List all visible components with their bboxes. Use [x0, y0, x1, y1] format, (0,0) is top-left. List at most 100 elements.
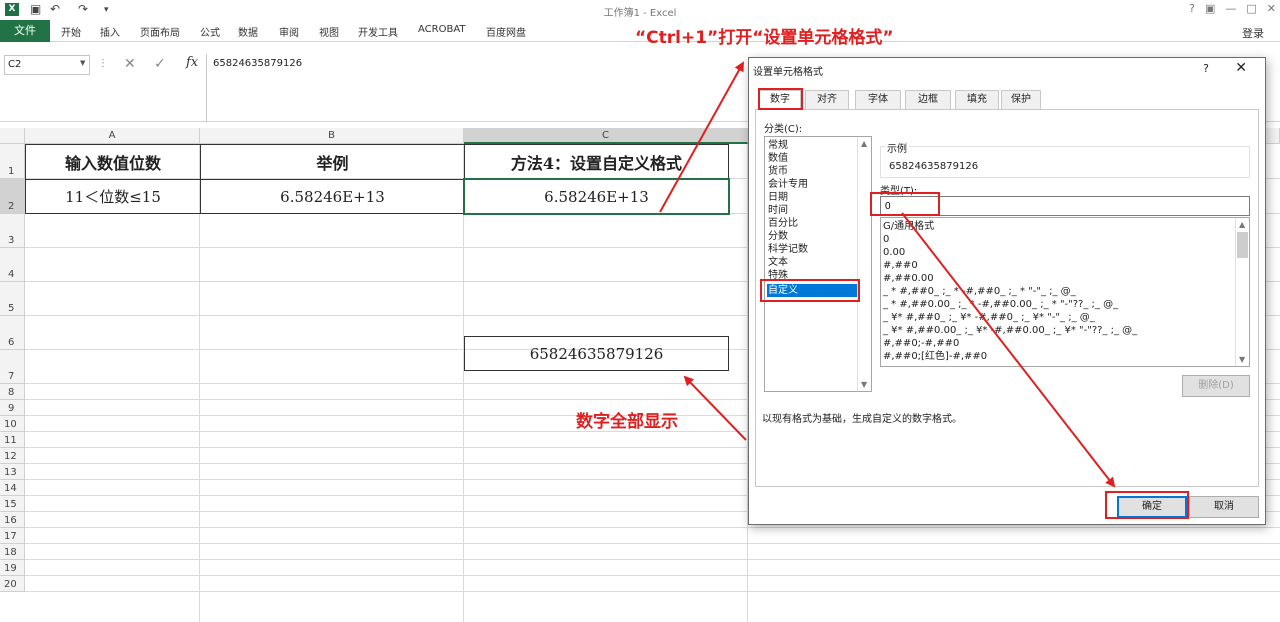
- format-item[interactable]: _ ¥* #,##0_ ;_ ¥* -#,##0_ ;_ ¥* "-"_ ;_ …: [883, 311, 1233, 324]
- delete-button[interactable]: 删除(D): [1182, 375, 1250, 397]
- row-header-12[interactable]: 12: [0, 448, 25, 464]
- format-item[interactable]: 0: [883, 233, 1233, 246]
- cell-c1[interactable]: 方法4：设置自定义格式: [464, 144, 729, 180]
- category-list[interactable]: 常规 数值 货币 会计专用 日期 时间 百分比 分数 科学记数 文本 特殊 自定…: [764, 136, 872, 392]
- column-header-b[interactable]: B: [200, 128, 464, 144]
- tab-font[interactable]: 字体: [855, 90, 901, 110]
- tab-protection[interactable]: 保护: [1001, 90, 1041, 110]
- tab-formulas[interactable]: 公式: [200, 24, 220, 39]
- format-item[interactable]: _ ¥* #,##0.00_ ;_ ¥* -#,##0.00_ ;_ ¥* "-…: [883, 324, 1233, 337]
- column-header-c[interactable]: C: [464, 128, 748, 144]
- tab-file[interactable]: 文件: [0, 20, 50, 42]
- tab-review[interactable]: 审阅: [279, 24, 299, 39]
- tab-view[interactable]: 视图: [319, 24, 339, 39]
- row-header-20[interactable]: 20: [0, 576, 25, 592]
- row-header-19[interactable]: 19: [0, 560, 25, 576]
- category-general[interactable]: 常规: [767, 139, 859, 152]
- row-header-9[interactable]: 9: [0, 400, 25, 416]
- category-currency[interactable]: 货币: [767, 165, 859, 178]
- chevron-down-icon[interactable]: ▼: [80, 59, 85, 67]
- enter-icon[interactable]: ✓: [154, 56, 166, 72]
- tab-number[interactable]: 数字: [759, 90, 801, 110]
- row-header-4[interactable]: 4: [0, 248, 25, 282]
- format-item[interactable]: _ * #,##0.00_ ;_ * -#,##0.00_ ;_ * "-"??…: [883, 298, 1233, 311]
- tab-data[interactable]: 数据: [238, 24, 258, 39]
- scroll-thumb[interactable]: [1237, 232, 1248, 258]
- category-time[interactable]: 时间: [767, 204, 859, 217]
- select-all-corner[interactable]: [0, 128, 25, 144]
- format-item[interactable]: _ * #,##0_ ;_ * -#,##0_ ;_ * "-"_ ;_ @_: [883, 285, 1233, 298]
- category-date[interactable]: 日期: [767, 191, 859, 204]
- format-list[interactable]: G/通用格式 0 0.00 #,##0 #,##0.00 _ * #,##0_ …: [880, 217, 1250, 367]
- tab-border[interactable]: 边框: [905, 90, 951, 110]
- tab-home[interactable]: 开始: [61, 24, 81, 39]
- scroll-down-icon[interactable]: ▼: [861, 380, 867, 389]
- row-header-6[interactable]: 6: [0, 316, 25, 350]
- tab-alignment[interactable]: 对齐: [805, 90, 849, 110]
- cancel-icon[interactable]: ✕: [124, 56, 136, 72]
- category-special[interactable]: 特殊: [767, 269, 859, 282]
- tab-developer[interactable]: 开发工具: [358, 24, 398, 39]
- maximize-icon[interactable]: □: [1246, 2, 1256, 15]
- cancel-button[interactable]: 取消: [1189, 496, 1259, 518]
- annotation-show-all: 数字全部显示: [576, 412, 678, 432]
- dialog-close-icon[interactable]: ✕: [1235, 60, 1247, 76]
- login-link[interactable]: 登录: [1242, 25, 1264, 41]
- type-input[interactable]: [880, 196, 1250, 216]
- cell-b2[interactable]: 6.58246E+13: [200, 179, 465, 214]
- cell-a2[interactable]: 11＜位数≤15: [25, 179, 201, 214]
- format-description: 以现有格式为基础，生成自定义的数字格式。: [762, 414, 962, 425]
- tab-insert[interactable]: 插入: [100, 24, 120, 39]
- format-item[interactable]: #,##0: [883, 259, 1233, 272]
- category-percentage[interactable]: 百分比: [767, 217, 859, 230]
- format-item[interactable]: #,##0.00: [883, 272, 1233, 285]
- ribbon-display-icon[interactable]: ▣: [1205, 2, 1215, 15]
- dialog-help-icon[interactable]: ?: [1203, 62, 1209, 75]
- cell-c2[interactable]: 6.58246E+13: [463, 178, 730, 215]
- ok-button[interactable]: 确定: [1117, 496, 1187, 518]
- scroll-up-icon[interactable]: ▲: [861, 139, 867, 148]
- category-scrollbar[interactable]: ▲ ▼: [857, 137, 871, 391]
- row-header-13[interactable]: 13: [0, 464, 25, 480]
- category-custom[interactable]: 自定义: [767, 284, 859, 297]
- category-fraction[interactable]: 分数: [767, 230, 859, 243]
- row-header-2[interactable]: 2: [0, 179, 25, 214]
- column-header-a[interactable]: A: [25, 128, 200, 144]
- tab-baidu-netdisk[interactable]: 百度网盘: [486, 24, 526, 39]
- format-item[interactable]: 0.00: [883, 246, 1233, 259]
- category-scientific[interactable]: 科学记数: [767, 243, 859, 256]
- formula-value: 65824635879126: [213, 58, 303, 69]
- format-item[interactable]: #,##0;-#,##0: [883, 337, 1233, 350]
- scroll-up-icon[interactable]: ▲: [1239, 220, 1245, 229]
- close-icon[interactable]: ✕: [1267, 2, 1276, 15]
- cell-a1[interactable]: 输入数值位数: [25, 144, 201, 180]
- format-scrollbar[interactable]: ▲ ▼: [1235, 218, 1249, 366]
- row-header-18[interactable]: 18: [0, 544, 25, 560]
- row-header-15[interactable]: 15: [0, 496, 25, 512]
- row-header-10[interactable]: 10: [0, 416, 25, 432]
- row-header-5[interactable]: 5: [0, 282, 25, 316]
- row-header-16[interactable]: 16: [0, 512, 25, 528]
- name-box[interactable]: C2: [4, 55, 90, 75]
- row-header-14[interactable]: 14: [0, 480, 25, 496]
- help-icon[interactable]: ?: [1189, 2, 1195, 15]
- row-header-1[interactable]: 1: [0, 144, 25, 179]
- format-item[interactable]: #,##0;[红色]-#,##0: [883, 350, 1233, 363]
- category-accounting[interactable]: 会计专用: [767, 178, 859, 191]
- tab-acrobat[interactable]: ACROBAT: [418, 24, 466, 35]
- row-header-3[interactable]: 3: [0, 214, 25, 248]
- format-item[interactable]: G/通用格式: [883, 220, 1233, 233]
- cell-c6[interactable]: 65824635879126: [464, 336, 729, 371]
- category-text[interactable]: 文本: [767, 256, 859, 269]
- row-header-17[interactable]: 17: [0, 528, 25, 544]
- tab-fill[interactable]: 填充: [955, 90, 999, 110]
- insert-function-icon[interactable]: fx: [186, 55, 198, 70]
- row-header-11[interactable]: 11: [0, 432, 25, 448]
- row-header-7[interactable]: 7: [0, 350, 25, 384]
- row-header-8[interactable]: 8: [0, 384, 25, 400]
- category-number[interactable]: 数值: [767, 152, 859, 165]
- scroll-down-icon[interactable]: ▼: [1239, 355, 1245, 364]
- tab-page-layout[interactable]: 页面布局: [140, 24, 180, 39]
- cell-b1[interactable]: 举例: [200, 144, 465, 180]
- minimize-icon[interactable]: —: [1225, 2, 1236, 15]
